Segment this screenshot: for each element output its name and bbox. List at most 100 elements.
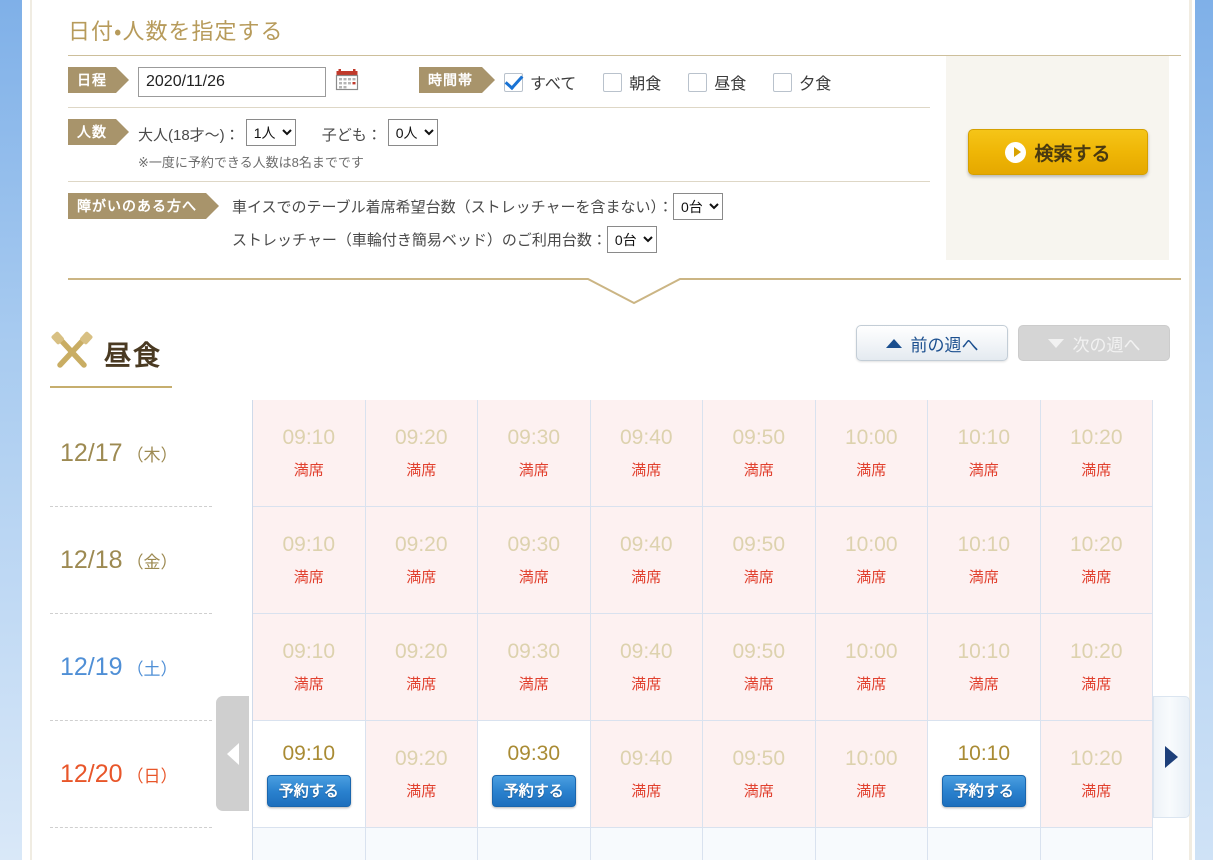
checkbox-breakfast[interactable] bbox=[603, 72, 623, 92]
time-option-all-label: すべて bbox=[530, 76, 577, 93]
time-slot-time: 09:10 bbox=[282, 741, 336, 765]
time-slot-time: 10:20 bbox=[1069, 747, 1123, 770]
prev-week-button[interactable]: 前の週へ bbox=[856, 325, 1008, 361]
sparkle-icon bbox=[736, 856, 782, 860]
schedule-date-column: 12/17（木）12/18（金）12/19（土）12/20（日）12/21（月） bbox=[50, 400, 212, 860]
meal-header: 昼食 前の週へ 次の週へ bbox=[32, 317, 1189, 376]
wheelchair-label: 車イスでのテーブル着席希望台数（ストレッチャーを含まない）： bbox=[232, 199, 674, 216]
time-slot-cell: 09:10 満席 bbox=[253, 507, 366, 614]
time-slot-cell: 10:10 満席 bbox=[928, 507, 1041, 614]
adult-count-select[interactable]: 1人 bbox=[245, 119, 296, 146]
time-slot-cell: 09:30 満席 bbox=[478, 400, 591, 507]
time-slot-cell bbox=[928, 828, 1041, 860]
time-slot-cell: 10:20 満席 bbox=[1040, 614, 1153, 721]
time-slot-cell: 09:30 満席 bbox=[478, 507, 591, 614]
time-slot-cell: 10:10 満席 bbox=[928, 400, 1041, 507]
time-slot-time: 09:10 bbox=[282, 533, 336, 556]
people-row-tag: 人数 bbox=[68, 119, 129, 145]
people-limit-note: ※一度に予約できる人数は8名までです bbox=[138, 155, 364, 170]
triangle-up-icon bbox=[885, 338, 902, 348]
schedule-date-label: 12/20 （日） bbox=[50, 721, 212, 828]
child-label: 子ども： bbox=[321, 127, 382, 144]
time-slot-cell: 10:00 満席 bbox=[815, 614, 928, 721]
checkbox-lunch[interactable] bbox=[688, 72, 708, 92]
scroll-right-button[interactable] bbox=[1153, 696, 1190, 818]
time-slot-status-full: 満席 bbox=[293, 569, 324, 586]
time-slot-cell bbox=[1040, 828, 1153, 860]
time-slot-cell bbox=[478, 828, 591, 860]
time-slot-time: 09:20 bbox=[394, 426, 448, 449]
time-period-row-tag: 時間帯 bbox=[419, 67, 495, 93]
search-panel-title: 日付・人数を指定する bbox=[68, 19, 284, 44]
time-slot-status-full: 満席 bbox=[631, 569, 662, 586]
sparkle-icon bbox=[961, 856, 1007, 860]
time-slot-time: 09:30 bbox=[507, 533, 561, 556]
time-slot-status-full: 満席 bbox=[631, 676, 662, 693]
time-slot-cell[interactable]: 10:10 予約する bbox=[928, 721, 1041, 828]
scroll-left-button[interactable] bbox=[216, 696, 249, 811]
page-left-edge-decoration bbox=[0, 0, 22, 860]
time-slot-status-full: 満席 bbox=[1081, 676, 1112, 693]
time-slot-time: 09:40 bbox=[619, 533, 673, 556]
stretcher-label: ストレッチャー（車輪付き簡易ベッド）のご利用台数： bbox=[232, 232, 607, 249]
time-slot-status-full: 満席 bbox=[631, 462, 662, 479]
time-slot-cell[interactable]: 09:30 予約する bbox=[478, 721, 591, 828]
schedule-date-dow: （金） bbox=[126, 552, 178, 572]
time-slot-time: 09:20 bbox=[394, 533, 448, 556]
reserve-button[interactable]: 予約する bbox=[941, 774, 1026, 807]
time-slot-status-full: 満席 bbox=[743, 783, 774, 800]
stretcher-count-select[interactable]: 0台 bbox=[606, 226, 657, 253]
time-slot-status-full: 満席 bbox=[518, 676, 549, 693]
time-slot-cell bbox=[590, 828, 703, 860]
time-option-lunch[interactable]: 昼食 bbox=[688, 70, 746, 94]
time-slot-cell[interactable]: 09:10 予約する bbox=[253, 721, 366, 828]
time-slot-time: 09:30 bbox=[507, 426, 561, 449]
page-right-edge-decoration bbox=[1195, 0, 1213, 860]
sparkle-icon bbox=[1073, 856, 1119, 860]
time-period-options: すべて 朝食 昼食 夕食 bbox=[504, 70, 858, 94]
time-slot-cell: 09:20 満席 bbox=[365, 507, 478, 614]
time-slot-cell bbox=[703, 828, 816, 860]
time-slot-cell: 10:20 満席 bbox=[1040, 721, 1153, 828]
next-week-button[interactable]: 次の週へ bbox=[1018, 325, 1170, 361]
child-count-select[interactable]: 0人 bbox=[387, 119, 438, 146]
time-option-dinner-label: 夕食 bbox=[799, 76, 832, 93]
schedule-row: 09:10 予約する 09:20 満席 09:30 予約する 09:40 満席 09:50 満席 1… bbox=[253, 721, 1153, 828]
accessibility-row: 障がいのある方へ 車イスでのテーブル着席希望台数（ストレッチャーを含まない）： … bbox=[50, 182, 1171, 269]
sparkle-icon bbox=[848, 856, 894, 860]
schedule-date-value: 12/17 bbox=[60, 438, 123, 467]
time-slot-time: 09:50 bbox=[732, 533, 786, 556]
reserve-button[interactable]: 予約する bbox=[491, 774, 576, 807]
people-row: 人数 大人(18才〜)： 1人 子ども： 0人 ※一度に予約できる人数は8名まで… bbox=[50, 108, 1171, 181]
time-option-dinner[interactable]: 夕食 bbox=[773, 70, 831, 94]
checkbox-dinner[interactable] bbox=[773, 72, 793, 92]
time-slot-time: 10:10 bbox=[957, 426, 1011, 449]
accessibility-fields: 車イスでのテーブル着席希望台数（ストレッチャーを含まない）： 0台 ストレッチャ… bbox=[232, 193, 724, 259]
next-week-label: 次の週へ bbox=[1072, 335, 1141, 355]
time-slot-status-full: 満席 bbox=[1081, 569, 1112, 586]
time-option-breakfast[interactable]: 朝食 bbox=[603, 70, 661, 94]
date-row: 日程 2020/11/26 時間帯 すべて 朝食 昼食 夕食 bbox=[50, 56, 1171, 107]
sparkle-icon bbox=[511, 856, 557, 860]
wheelchair-count-select[interactable]: 0台 bbox=[673, 193, 724, 220]
reserve-button[interactable]: 予約する bbox=[266, 774, 351, 807]
time-slot-cell: 10:10 満席 bbox=[928, 614, 1041, 721]
time-slot-status-full: 満席 bbox=[406, 676, 437, 693]
time-slot-status-full: 満席 bbox=[856, 462, 887, 479]
time-slot-time: 09:10 bbox=[282, 426, 336, 449]
time-slot-cell: 10:20 満席 bbox=[1040, 400, 1153, 507]
time-slot-status-full: 満席 bbox=[968, 676, 999, 693]
schedule-row bbox=[253, 828, 1153, 860]
schedule-slots: 09:10 満席 09:20 満席 09:30 満席 09:40 満席 09:50 満席 10:00… bbox=[252, 400, 1153, 860]
time-slot-time: 09:50 bbox=[732, 640, 786, 663]
time-slot-time: 10:20 bbox=[1069, 640, 1123, 663]
time-slot-time: 09:10 bbox=[282, 640, 336, 663]
time-slot-status-full: 満席 bbox=[293, 676, 324, 693]
time-option-all[interactable]: すべて bbox=[504, 70, 576, 94]
date-input[interactable] bbox=[138, 67, 326, 97]
schedule-row: 09:10 満席 09:20 満席 09:30 満席 09:40 満席 09:50 満席 10:00… bbox=[253, 507, 1153, 614]
schedule-date-label: 12/19 （土） bbox=[50, 614, 212, 721]
schedule-date-dow: （木） bbox=[126, 445, 178, 465]
checkbox-all[interactable] bbox=[504, 72, 523, 92]
calendar-icon[interactable] bbox=[335, 68, 359, 97]
